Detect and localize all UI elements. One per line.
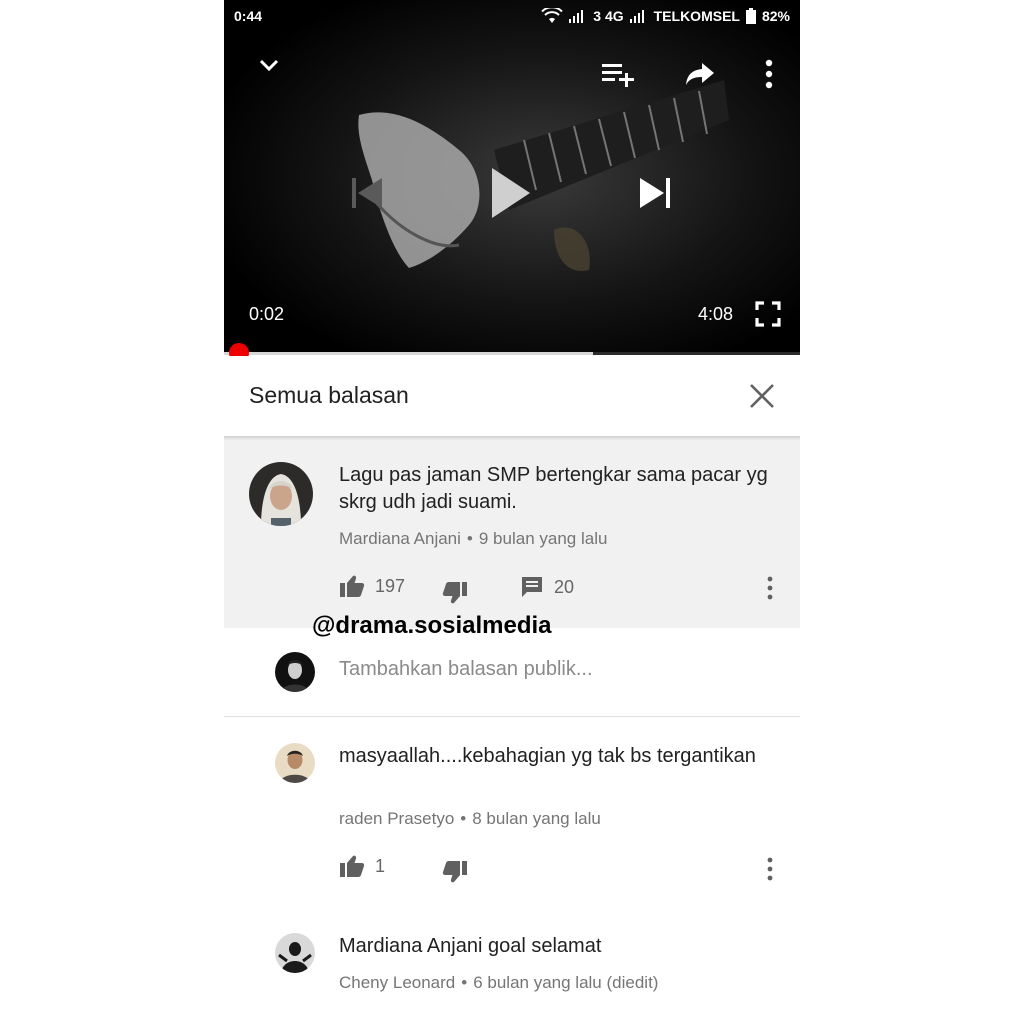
add-to-queue-icon[interactable] [600,60,636,88]
meta-separator: • [466,529,473,548]
previous-icon[interactable] [348,174,388,212]
more-vert-icon[interactable] [766,857,774,881]
add-reply-row [224,628,800,716]
reply-input[interactable] [339,658,759,681]
meta-separator: • [460,809,467,828]
seek-bar-buffered [224,352,593,355]
comment-meta: raden Prasetyo • 8 bulan yang lalu [339,809,601,829]
comment-author[interactable]: raden Prasetyo [339,809,454,828]
comment-meta: Mardiana Anjani • 9 bulan yang lalu [339,529,607,549]
play-icon[interactable] [488,164,534,222]
comment-time: 8 bulan yang lalu [472,809,601,828]
phone-screen: 0:44 3 4G TELKOMSEL 82% 0:02 4:08 Semua … [224,0,800,1024]
comment-text: Mardiana Anjani goal selamat [339,935,602,957]
elapsed-time: 0:02 [249,304,285,324]
parent-comment: Lagu pas jaman SMP bertengkar sama pacar… [224,440,800,628]
carrier-name: TELKOMSEL [653,8,740,24]
more-vert-icon[interactable] [762,58,776,90]
reply-count-button[interactable]: 20 [520,575,574,599]
reply-comment: masyaallah....kebahagian yg tak bs terga… [224,717,800,907]
fullscreen-icon[interactable] [755,301,781,327]
thumb-down-icon[interactable] [442,860,468,884]
network-type: 3 4G [593,8,624,24]
share-icon[interactable] [684,60,716,88]
more-vert-icon[interactable] [766,576,774,600]
like-count: 1 [375,855,386,876]
thumb-up-icon [340,575,365,597]
reply-comment: Mardiana Anjani goal selamat Cheny Leona… [224,907,800,1024]
status-time: 0:44 [234,8,263,24]
replies-header: Semua balasan [224,356,800,436]
wifi-icon [541,8,563,23]
comment-text: masyaallah....kebahagian yg tak bs terga… [339,745,756,767]
comment-author[interactable]: Mardiana Anjani [339,529,461,548]
comment-time: 9 bulan yang lalu [478,529,608,548]
like-button[interactable]: 1 [339,854,385,878]
comment-icon [522,577,542,597]
chevron-down-icon[interactable] [256,56,282,76]
status-indicators: 3 4G TELKOMSEL 82% [541,6,790,26]
avatar [275,652,315,692]
avatar[interactable] [249,462,313,526]
comment-text: Lagu pas jaman SMP bertengkar sama pacar… [339,464,768,513]
signal-icon [569,10,584,23]
close-icon[interactable] [748,382,776,410]
meta-separator: • [461,973,468,992]
avatar[interactable] [275,933,315,973]
like-button[interactable]: 197 [339,574,405,598]
like-count: 197 [375,575,406,596]
comment-time: 6 bulan yang lalu (diedit) [473,973,659,992]
video-player[interactable]: 0:44 3 4G TELKOMSEL 82% 0:02 4:08 [224,0,800,352]
battery-level: 82% [761,8,790,24]
thumb-up-icon [340,855,365,877]
battery-icon [745,8,756,24]
comment-author[interactable]: Cheny Leonard [339,973,455,992]
next-icon[interactable] [636,174,676,212]
signal-icon [629,10,644,23]
comment-meta: Cheny Leonard • 6 bulan yang lalu (diedit) [339,973,658,993]
thumb-down-icon[interactable] [442,581,468,605]
replies-title: Semua balasan [249,382,409,408]
total-duration: 4:08 [698,304,734,324]
reply-count: 20 [554,576,575,597]
avatar[interactable] [275,743,315,783]
